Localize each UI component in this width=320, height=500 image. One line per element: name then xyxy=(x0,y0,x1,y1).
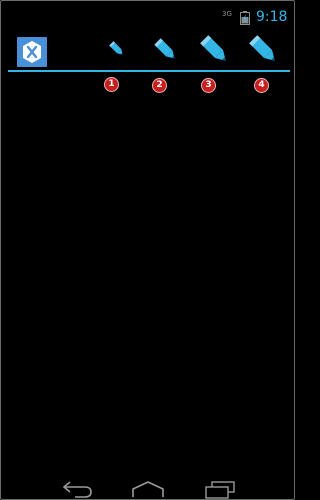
status-bar: 3G 9:18 xyxy=(1,1,294,27)
badge-3: 3 xyxy=(201,78,216,93)
badge-1: 1 xyxy=(104,77,119,92)
action-bar-divider xyxy=(8,70,290,72)
back-icon[interactable] xyxy=(61,479,95,499)
recent-apps-icon[interactable] xyxy=(203,479,237,499)
home-icon[interactable] xyxy=(130,479,166,499)
badge-4: 4 xyxy=(254,78,269,93)
battery-charging-icon xyxy=(240,11,250,25)
pencil-icon-4[interactable] xyxy=(245,31,283,69)
badge-2: 2 xyxy=(152,78,167,93)
pencil-icon-1[interactable] xyxy=(107,39,127,59)
xamarin-logo-icon[interactable] xyxy=(17,37,47,67)
pencil-icon-3[interactable] xyxy=(196,31,234,69)
device-screen: 3G 9:18 1 2 3 4 xyxy=(0,0,295,500)
pencil-icon-2[interactable] xyxy=(151,35,181,65)
signal-label: 3G xyxy=(222,10,232,18)
clock: 9:18 xyxy=(256,9,288,25)
